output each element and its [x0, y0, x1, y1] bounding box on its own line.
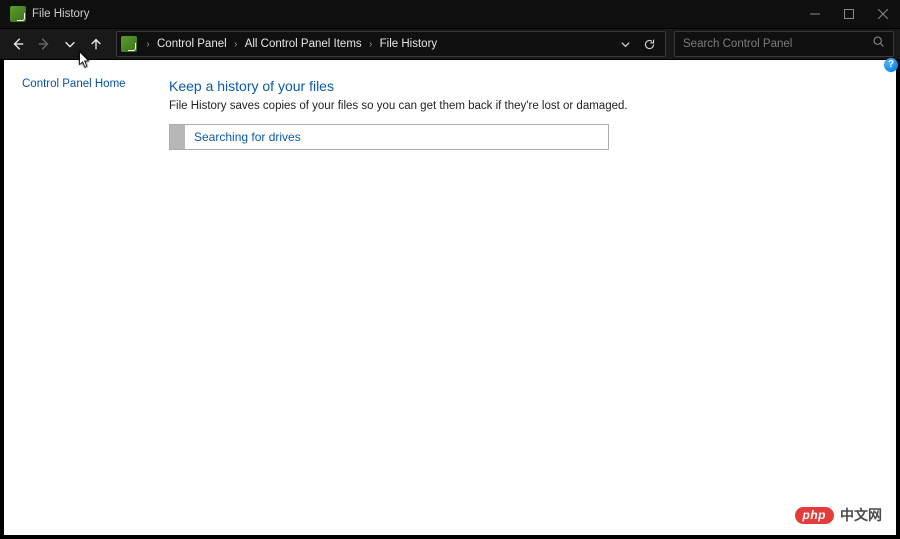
content-area: ? Control Panel Home Keep a history of y…: [4, 60, 896, 535]
chevron-right-icon: ›: [231, 39, 241, 50]
status-text: Searching for drives: [194, 130, 301, 144]
breadcrumb-item[interactable]: File History: [376, 38, 442, 50]
app-icon: [10, 6, 26, 22]
forward-button[interactable]: [32, 32, 56, 56]
recent-locations-button[interactable]: [58, 32, 82, 56]
breadcrumb-item[interactable]: All Control Panel Items: [241, 38, 366, 50]
back-button[interactable]: [6, 32, 30, 56]
search-input[interactable]: [683, 38, 872, 50]
refresh-button[interactable]: [637, 33, 661, 55]
sidebar: Control Panel Home: [4, 60, 169, 535]
progress-indicator: [170, 125, 185, 149]
watermark-text: 中文网: [840, 505, 882, 525]
search-icon[interactable]: [872, 35, 885, 53]
chevron-right-icon: ›: [143, 39, 153, 50]
maximize-button[interactable]: [832, 0, 866, 28]
watermark: php 中文网: [795, 505, 883, 525]
page-description: File History saves copies of your files …: [169, 100, 896, 112]
breadcrumb-item[interactable]: Control Panel: [153, 38, 231, 50]
title-bar: File History: [0, 0, 900, 28]
minimize-button[interactable]: [798, 0, 832, 28]
history-dropdown-button[interactable]: [613, 33, 637, 55]
nav-bar: › Control Panel › All Control Panel Item…: [0, 28, 900, 60]
help-badge[interactable]: ?: [884, 58, 898, 72]
page-heading: Keep a history of your files: [169, 78, 896, 94]
location-icon: [121, 36, 137, 52]
close-button[interactable]: [866, 0, 900, 28]
search-box[interactable]: [674, 31, 894, 57]
window-title: File History: [32, 8, 90, 20]
window-controls: [798, 0, 900, 28]
control-panel-home-link[interactable]: Control Panel Home: [22, 78, 169, 90]
up-button[interactable]: [84, 32, 108, 56]
status-box: Searching for drives: [169, 124, 609, 150]
chevron-right-icon: ›: [366, 39, 376, 50]
watermark-pill: php: [795, 507, 835, 524]
main-pane: Keep a history of your files File Histor…: [169, 60, 896, 535]
address-bar[interactable]: › Control Panel › All Control Panel Item…: [116, 31, 666, 57]
